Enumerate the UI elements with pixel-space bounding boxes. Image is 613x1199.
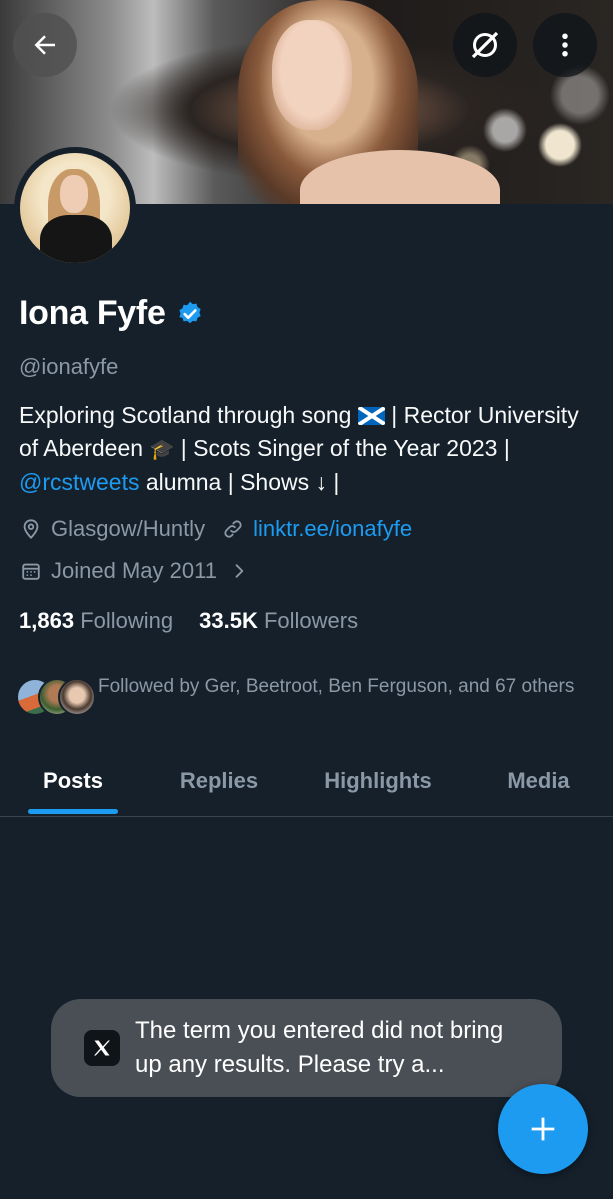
chevron-right-icon <box>227 559 251 583</box>
more-vertical-icon <box>562 33 568 57</box>
active-tab-indicator <box>28 809 118 814</box>
no-translate-icon <box>471 31 499 59</box>
more-options-button[interactable] <box>533 13 597 77</box>
banner-photo-face <box>272 20 352 130</box>
bio-mention-link[interactable]: @rcstweets <box>19 469 139 495</box>
plus-icon <box>531 1117 555 1141</box>
profile-joined-row[interactable]: Joined May 2011 <box>19 558 259 584</box>
follow-stats: 1,863 Following 33.5K Followers <box>19 608 358 634</box>
tab-posts[interactable]: Posts <box>0 760 146 816</box>
x-logo-icon <box>84 1030 120 1066</box>
tab-highlights[interactable]: Highlights <box>292 760 464 816</box>
followed-by-row[interactable]: Followed by Ger, Beetroot, Ben Ferguson,… <box>16 673 578 718</box>
toast-notification[interactable]: The term you entered did not bring up an… <box>51 999 562 1097</box>
graduation-cap-icon: 🎓 <box>149 438 175 461</box>
profile-joined-date: Joined May 2011 <box>51 558 217 583</box>
profile-name: Iona Fyfe <box>19 294 166 332</box>
no-translate-button[interactable] <box>453 13 517 77</box>
location-pin-icon <box>19 517 43 541</box>
tab-media[interactable]: Media <box>464 760 613 816</box>
back-button[interactable] <box>13 13 77 77</box>
profile-location: Glasgow/Huntly <box>51 516 206 541</box>
profile-meta-location-row: Glasgow/Huntly linktr.ee/ionafyfe <box>19 516 412 542</box>
arrow-left-icon <box>34 35 55 55</box>
avatar <box>58 678 96 716</box>
calendar-icon <box>19 559 43 583</box>
tab-replies[interactable]: Replies <box>146 760 292 816</box>
verified-badge-icon[interactable] <box>176 300 204 328</box>
following-stat[interactable]: 1,863 Following <box>19 608 173 634</box>
compose-post-button[interactable] <box>498 1084 588 1174</box>
followed-by-avatars <box>16 678 96 718</box>
avatar-photo <box>20 153 130 263</box>
scotland-flag-icon <box>357 407 385 425</box>
profile-avatar[interactable] <box>14 147 136 269</box>
followers-stat[interactable]: 33.5K Followers <box>199 608 358 634</box>
toast-message: The term you entered did not bring up an… <box>135 1017 504 1078</box>
profile-bio: Exploring Scotland through song | Rector… <box>19 402 579 495</box>
profile-name-row: Iona Fyfe <box>19 294 204 333</box>
followed-by-text: Followed by Ger, Beetroot, Ben Ferguson,… <box>98 676 575 697</box>
link-icon <box>221 517 245 541</box>
profile-website-link[interactable]: linktr.ee/ionafyfe <box>253 516 412 542</box>
profile-handle: @ionafyfe <box>19 354 119 379</box>
